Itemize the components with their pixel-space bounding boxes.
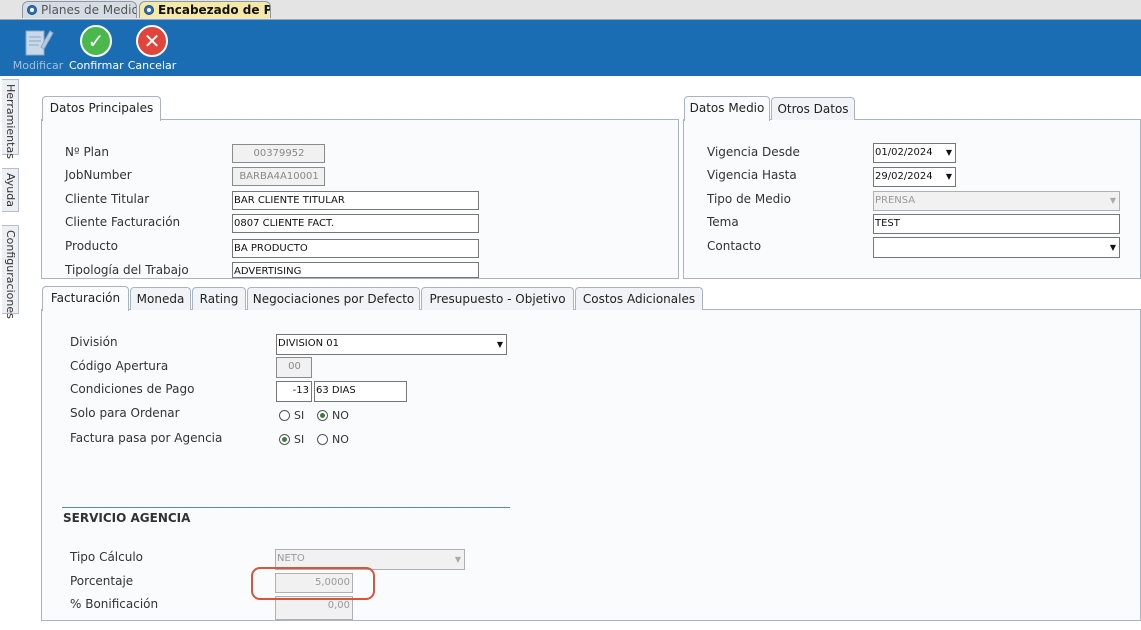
dropdown-arrow-icon: ▼ xyxy=(1109,243,1116,252)
solo-para-ordenar-label: Solo para Ordenar xyxy=(70,406,180,420)
factura-agencia-no-radio[interactable] xyxy=(317,434,328,445)
cancel-button[interactable]: ✕ Cancelar xyxy=(127,23,177,75)
radio-label-si: SI xyxy=(294,409,305,422)
tab-label: Datos Medio xyxy=(689,101,765,115)
tab-label: Rating xyxy=(199,292,239,306)
dropdown-arrow-icon: ▼ xyxy=(496,340,503,349)
modify-label: Modificar xyxy=(12,59,64,72)
dropdown-arrow-icon: ▼ xyxy=(454,555,461,564)
tab-facturacion[interactable]: Facturación xyxy=(42,286,129,311)
sidebar-tab-configuraciones[interactable]: Configuraciones xyxy=(2,225,19,319)
doc-tab-label: Planes de Medio xyxy=(41,3,137,17)
tab-rating[interactable]: Rating xyxy=(192,287,246,310)
cliente-titular-label: Cliente Titular xyxy=(65,192,150,206)
tipo-medio-select[interactable]: PRENSA ▼ xyxy=(873,191,1120,211)
facturacion-panel xyxy=(41,309,1141,621)
tab-label: Otros Datos xyxy=(777,102,849,116)
modify-button[interactable]: Modificar xyxy=(12,23,64,75)
vigencia-desde-label: Vigencia Desde xyxy=(707,145,800,159)
tema-label: Tema xyxy=(707,215,739,229)
jobnumber-field[interactable]: BARBA4A10001 xyxy=(232,167,325,186)
contacto-select[interactable]: ▼ xyxy=(873,237,1120,258)
confirm-button[interactable]: ✓ Confirmar xyxy=(69,23,124,75)
tab-label: Datos Principales xyxy=(49,101,154,115)
servicio-agencia-heading: SERVICIO AGENCIA xyxy=(63,511,191,525)
division-value: DIVISION 01 xyxy=(278,338,339,349)
division-label: División xyxy=(70,335,118,349)
confirm-label: Confirmar xyxy=(69,59,124,72)
plan-number-field[interactable]: 00379952 xyxy=(232,144,325,163)
sidebar-tab-label: Herramientas xyxy=(4,84,17,159)
condiciones-pago-label: Condiciones de Pago xyxy=(70,382,195,396)
division-select[interactable]: DIVISION 01 ▼ xyxy=(276,334,507,355)
dropdown-arrow-icon: ▼ xyxy=(945,172,952,181)
sidebar-tab-label: Ayuda xyxy=(4,173,17,207)
tab-label: Costos Adicionales xyxy=(582,292,696,306)
doc-tab-label: Encabezado de Plan xyxy=(158,3,270,17)
pencil-document-icon xyxy=(25,30,54,56)
sidebar-tab-herramientas[interactable]: Herramientas xyxy=(2,79,19,159)
condiciones-pago-text[interactable]: 63 DIAS xyxy=(314,381,407,402)
tab-datos-principales[interactable]: Datos Principales xyxy=(42,96,161,121)
document-tab-bar: Planes de Medio Encabezado de Plan xyxy=(0,0,1141,20)
contacto-label: Contacto xyxy=(707,239,762,253)
codigo-apertura-label: Código Apertura xyxy=(70,359,169,373)
close-icon: ✕ xyxy=(136,25,168,57)
sidebar-tab-label: Configuraciones xyxy=(4,230,17,319)
toolbar: Modificar ✓ Confirmar ✕ Cancelar xyxy=(0,20,1141,76)
producto-label: Producto xyxy=(65,239,118,253)
radio-label-no: NO xyxy=(332,433,349,446)
highlight-annotation xyxy=(251,567,375,600)
dropdown-arrow-icon: ▼ xyxy=(1109,196,1116,205)
tipo-medio-value: PRENSA xyxy=(875,195,916,206)
bonificacion-label: % Bonificación xyxy=(70,597,159,611)
codigo-apertura-field[interactable]: 00 xyxy=(276,357,312,378)
tab-datos-medio[interactable]: Datos Medio xyxy=(684,96,770,121)
tab-label: Facturación xyxy=(50,291,121,305)
tab-negociaciones[interactable]: Negociaciones por Defecto xyxy=(247,287,420,310)
tab-costos-adicionales[interactable]: Costos Adicionales xyxy=(575,287,703,310)
solo-ordenar-no-radio[interactable] xyxy=(317,410,328,421)
jobnumber-label: JobNumber xyxy=(65,168,132,182)
factura-agencia-label: Factura pasa por Agencia xyxy=(70,431,223,445)
vigencia-hasta-datepicker[interactable]: 29/02/2024 ▼ xyxy=(873,167,956,187)
tipo-calculo-label: Tipo Cálculo xyxy=(70,550,144,564)
cliente-titular-field[interactable]: BAR CLIENTE TITULAR xyxy=(232,191,479,210)
tab-moneda[interactable]: Moneda xyxy=(130,287,191,310)
tab-label: Presupuesto - Objetivo xyxy=(429,292,566,306)
dropdown-arrow-icon: ▼ xyxy=(945,148,952,157)
vigencia-desde-value: 01/02/2024 xyxy=(875,147,933,158)
tab-otros-datos[interactable]: Otros Datos xyxy=(771,97,855,120)
tema-field[interactable]: TEST xyxy=(873,214,1120,234)
vigencia-hasta-label: Vigencia Hasta xyxy=(707,168,797,182)
tipologia-field[interactable]: ADVERTISING xyxy=(232,262,479,278)
plan-icon xyxy=(144,5,154,15)
doc-tab-planes-de-medio[interactable]: Planes de Medio xyxy=(22,1,137,18)
tipologia-label: Tipología del Trabajo xyxy=(65,263,189,277)
tab-label: Moneda xyxy=(136,292,185,306)
tipo-medio-label: Tipo de Medio xyxy=(707,192,791,206)
radio-label-si: SI xyxy=(294,433,305,446)
solo-ordenar-si-radio[interactable] xyxy=(279,410,290,421)
plan-icon xyxy=(27,5,37,15)
sidebar-tab-ayuda[interactable]: Ayuda xyxy=(2,168,19,212)
vigencia-desde-datepicker[interactable]: 01/02/2024 ▼ xyxy=(873,143,956,163)
doc-tab-encabezado-de-plan[interactable]: Encabezado de Plan xyxy=(139,1,271,18)
section-divider xyxy=(62,507,510,508)
plan-number-label: Nº Plan xyxy=(65,145,109,159)
cliente-facturacion-label: Cliente Facturación xyxy=(65,215,181,229)
checkmark-icon: ✓ xyxy=(80,25,112,57)
radio-label-no: NO xyxy=(332,409,349,422)
condiciones-pago-code[interactable]: -13 xyxy=(276,381,312,402)
porcentaje-label: Porcentaje xyxy=(70,574,134,588)
factura-agencia-si-radio[interactable] xyxy=(279,434,290,445)
tab-presupuesto-objetivo[interactable]: Presupuesto - Objetivo xyxy=(421,287,574,310)
producto-field[interactable]: BA PRODUCTO xyxy=(232,239,479,258)
tab-label: Negociaciones por Defecto xyxy=(252,292,415,306)
cancel-label: Cancelar xyxy=(127,59,177,72)
tipo-calculo-value: NETO xyxy=(277,553,305,564)
vigencia-hasta-value: 29/02/2024 xyxy=(875,171,933,182)
cliente-facturacion-field[interactable]: 0807 CLIENTE FACT. xyxy=(232,214,479,233)
